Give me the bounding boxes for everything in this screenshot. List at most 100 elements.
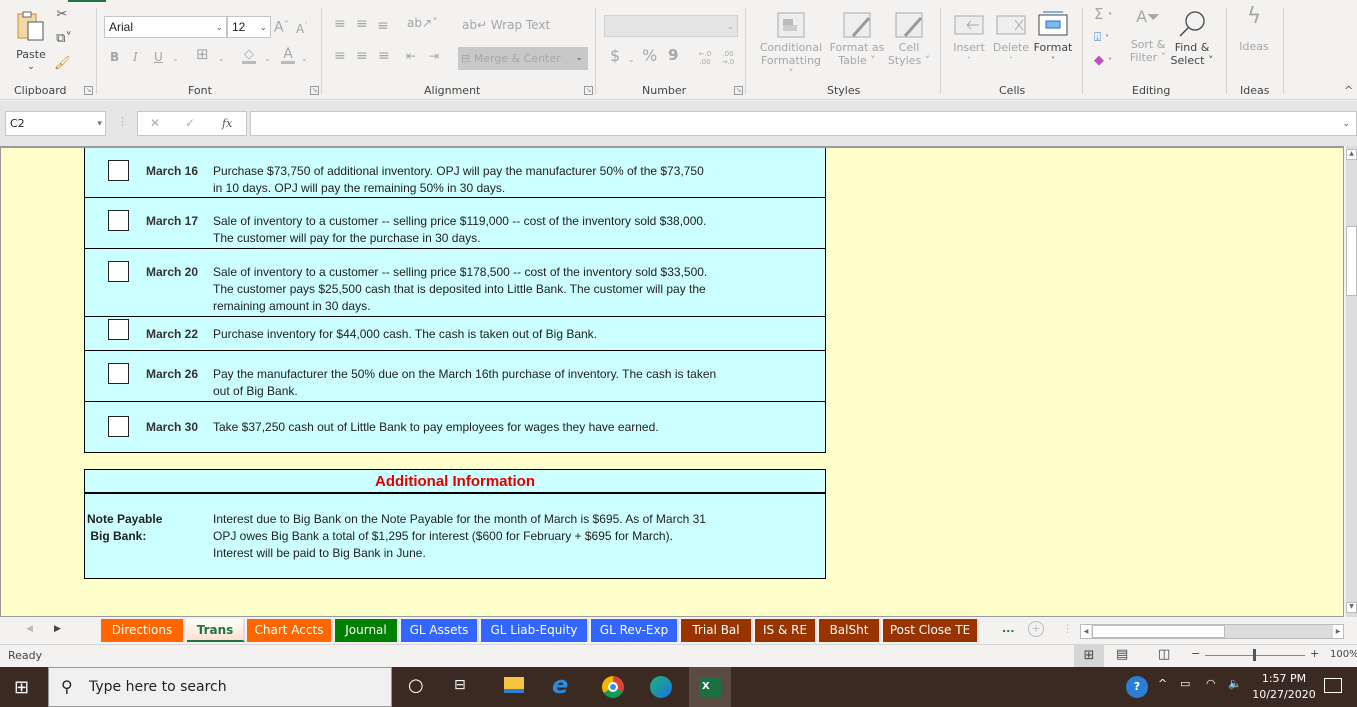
scroll-thumb[interactable] [1346, 226, 1357, 296]
number-launcher-icon[interactable]: ↘ [734, 86, 743, 95]
internet-explorer-icon[interactable]: e [552, 671, 568, 699]
format-painter-icon[interactable]: 🖌 [54, 57, 71, 73]
excel-taskbar-button[interactable]: X [689, 667, 731, 707]
format-as-table-button[interactable]: Format as Table ˅ [828, 12, 886, 67]
wifi-icon[interactable]: ◠ [1206, 677, 1216, 690]
normal-view-icon[interactable]: ⊞ [1074, 645, 1104, 667]
sheet-tab[interactable]: GL Assets [401, 619, 479, 642]
font-size-select[interactable]: 12 ⌄ [227, 16, 271, 38]
scroll-down-icon[interactable]: ▼ [1346, 602, 1357, 613]
scroll-right-icon[interactable]: ▶ [1333, 625, 1343, 638]
currency-button[interactable]: $ [610, 48, 620, 64]
align-center-icon[interactable]: ≡ [356, 49, 368, 63]
battery-icon[interactable]: ▭ [1180, 677, 1190, 690]
transaction-checkbox[interactable] [108, 210, 129, 231]
file-explorer-icon[interactable] [504, 677, 524, 693]
increase-decimal-button[interactable]: ←.0 .00 [696, 50, 714, 66]
sheet-tab[interactable]: Trial Bal [681, 619, 753, 642]
font-color-dropdown-icon[interactable]: ⌄ [301, 52, 308, 65]
sheet-tab[interactable]: Chart Accts [247, 619, 333, 642]
name-box[interactable]: C2 ▾ [5, 111, 106, 136]
clock[interactable]: 1:57 PM 10/27/2020 [1252, 671, 1316, 703]
decrease-decimal-button[interactable]: .00 →.0 [719, 50, 737, 66]
fill-color-icon[interactable]: ◇ [242, 48, 256, 64]
sort-filter-button[interactable]: A⏷ Sort & Filter ˅ [1128, 9, 1168, 65]
horizontal-scrollbar[interactable]: ◀ ▶ [1080, 624, 1344, 639]
underline-button[interactable]: U [154, 51, 163, 64]
format-button[interactable]: Format ˅ [1032, 10, 1074, 67]
merge-center-button[interactable]: ⊟ Merge & Center ⌄ [458, 47, 588, 70]
alignment-launcher-icon[interactable]: ↘ [584, 86, 593, 95]
task-view-icon[interactable]: ⊟ [454, 677, 466, 693]
percent-button[interactable]: % [642, 48, 657, 64]
copy-icon[interactable]: ⧉˅ [53, 32, 75, 50]
next-sheet-icon[interactable]: ▶ [54, 623, 61, 636]
delete-button[interactable]: Delete ˅ [992, 12, 1030, 67]
hscroll-thumb[interactable] [1092, 625, 1225, 638]
enter-icon[interactable]: ✓ [185, 112, 195, 135]
sheet-tab[interactable]: IS & RE [755, 619, 817, 642]
scroll-left-icon[interactable]: ◀ [1081, 625, 1091, 638]
sheet-tab[interactable]: Journal [335, 619, 399, 642]
sheet-tab[interactable]: GL Liab-Equity [481, 619, 589, 642]
zoom-in-button[interactable]: + [1310, 647, 1319, 660]
clear-icon[interactable]: ◆ ˅ [1094, 54, 1112, 68]
expand-formula-icon[interactable]: ⌄ [1342, 113, 1350, 133]
font-name-select[interactable]: Arial ⌄ [104, 16, 227, 38]
comma-style-button[interactable]: 9 [668, 48, 678, 63]
bold-button[interactable]: B [110, 51, 119, 64]
sheet-tab[interactable]: BalSht [819, 619, 881, 642]
windows-start-icon[interactable]: ⊞ [14, 677, 29, 698]
more-sheets-button[interactable]: ... [1002, 622, 1015, 635]
decrease-indent-icon[interactable]: ⇤ [406, 50, 416, 63]
borders-icon[interactable]: ⊞ [196, 47, 209, 62]
top-align-icon[interactable]: ≡ [334, 17, 346, 31]
help-icon[interactable]: ? [1126, 676, 1148, 698]
volume-icon[interactable]: 🔈 [1228, 677, 1242, 690]
add-sheet-icon[interactable]: + [1028, 621, 1044, 637]
transaction-checkbox[interactable] [108, 261, 129, 282]
zoom-out-button[interactable]: − [1191, 647, 1200, 660]
currency-dropdown-icon[interactable]: ⌄ [628, 53, 635, 66]
zoom-slider[interactable] [1205, 649, 1305, 661]
notifications-icon[interactable] [1324, 678, 1342, 693]
find-select-button[interactable]: Find & Select ˅ [1170, 10, 1214, 67]
chrome-icon[interactable] [602, 676, 624, 698]
align-right-icon[interactable]: ≡ [378, 49, 390, 63]
paste-button[interactable]: Paste ⌄ [14, 10, 48, 80]
transaction-checkbox[interactable] [108, 319, 129, 340]
sheet-tab[interactable]: Trans [187, 619, 245, 642]
font-launcher-icon[interactable]: ↘ [310, 86, 319, 95]
worksheet[interactable]: March 16 Purchase $73,750 of additional i… [0, 146, 1344, 617]
align-left-icon[interactable]: ≡ [334, 49, 346, 63]
decrease-font-icon[interactable]: Aˇ [296, 20, 308, 36]
transaction-checkbox[interactable] [108, 363, 129, 384]
transaction-checkbox[interactable] [108, 160, 129, 181]
insert-button[interactable]: Insert ˅ [950, 12, 988, 67]
orientation-icon[interactable]: ab↗˅ [407, 17, 438, 30]
zoom-level[interactable]: 100% [1330, 649, 1357, 660]
clipboard-launcher-icon[interactable]: ↘ [84, 86, 93, 95]
cortana-icon[interactable]: ○ [408, 675, 424, 696]
conditional-formatting-button[interactable]: Conditional Formatting ˅ [758, 12, 824, 80]
scroll-up-icon[interactable]: ▲ [1346, 149, 1357, 160]
cell-styles-button[interactable]: Cell Styles ˅ [886, 12, 932, 67]
borders-dropdown-icon[interactable]: ⌄ [218, 52, 225, 65]
page-break-view-icon[interactable]: ◫ [1158, 647, 1170, 662]
zoom-slider-thumb[interactable] [1253, 649, 1256, 661]
cut-icon[interactable]: ✂ [54, 8, 70, 24]
formula-input[interactable]: ⌄ [250, 111, 1357, 136]
show-hidden-icons[interactable]: ^ [1158, 677, 1167, 690]
autosum-icon[interactable]: Σ ˅ [1094, 7, 1112, 23]
insert-function-icon[interactable]: fx [222, 112, 232, 135]
prev-sheet-icon[interactable]: ◀ [26, 623, 33, 636]
wrap-text-button[interactable]: ab↵ Wrap Text [462, 19, 550, 32]
taskbar-search[interactable]: ⚲ Type here to search [48, 667, 392, 707]
page-layout-view-icon[interactable]: ▤ [1116, 647, 1128, 662]
transaction-checkbox[interactable] [108, 416, 129, 437]
ideas-button[interactable]: ϟ Ideas [1236, 6, 1272, 54]
increase-indent-icon[interactable]: ⇥ [429, 50, 439, 63]
font-color-icon[interactable]: A [281, 47, 295, 64]
cancel-icon[interactable]: ✕ [150, 112, 160, 135]
collapse-ribbon-icon[interactable]: ^ [1344, 84, 1353, 97]
